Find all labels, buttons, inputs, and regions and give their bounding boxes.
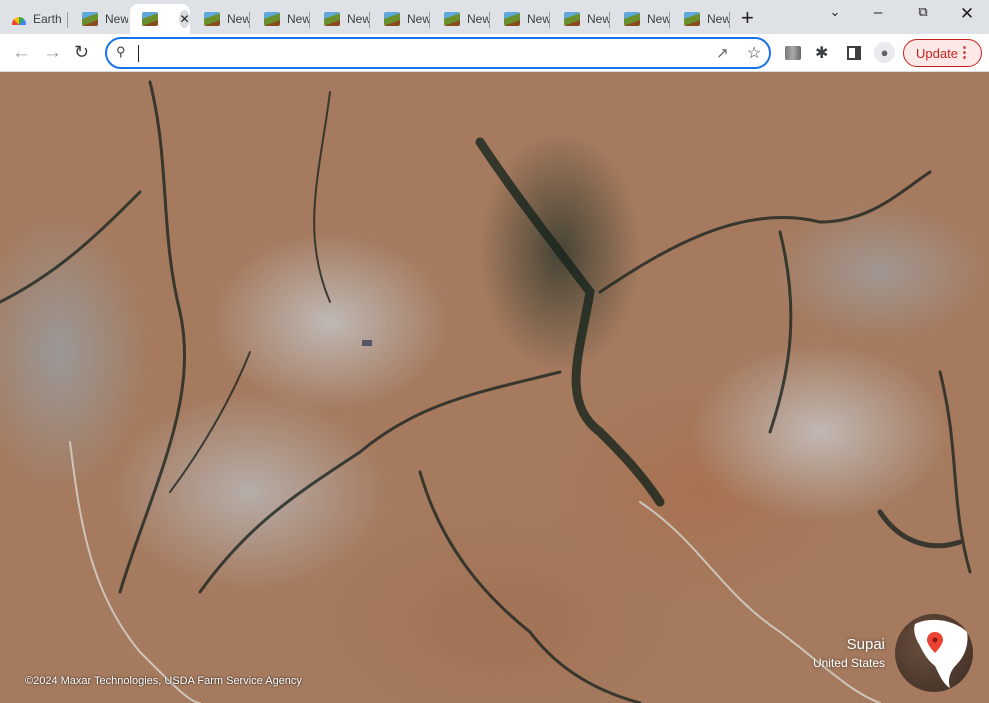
landscape-favicon bbox=[444, 12, 460, 26]
tab-separator bbox=[729, 12, 730, 28]
tab[interactable]: Earth bbox=[0, 4, 68, 34]
satellite-map[interactable] bbox=[0, 72, 989, 703]
tab-label: New bbox=[227, 12, 250, 26]
landscape-favicon bbox=[264, 12, 280, 26]
tab-separator bbox=[549, 12, 550, 28]
tab-separator bbox=[609, 12, 610, 28]
tab-label: New bbox=[467, 12, 490, 26]
tab[interactable]: New bbox=[192, 4, 250, 34]
landscape-favicon bbox=[324, 12, 340, 26]
tab[interactable]: New bbox=[372, 4, 430, 34]
bookmark-star-icon[interactable]: ☆ bbox=[747, 43, 761, 63]
map-marker bbox=[362, 340, 372, 346]
new-tab-button[interactable]: + bbox=[741, 5, 754, 31]
terrain-canyons bbox=[0, 80, 972, 703]
tab-separator bbox=[429, 12, 430, 28]
landscape-favicon bbox=[684, 12, 700, 26]
tab-separator bbox=[369, 12, 370, 28]
landscape-favicon bbox=[564, 12, 580, 26]
tab[interactable]: New bbox=[492, 4, 550, 34]
extensions-puzzle-icon[interactable]: ✱ bbox=[815, 43, 828, 63]
reload-button[interactable]: ↻ bbox=[74, 42, 89, 63]
search-icon: ⚲ bbox=[116, 44, 126, 59]
tab-separator bbox=[489, 12, 490, 28]
forward-button[interactable]: → bbox=[43, 42, 62, 64]
landscape-favicon bbox=[624, 12, 640, 26]
share-icon[interactable]: ↗ bbox=[716, 44, 729, 62]
landscape-favicon bbox=[204, 12, 220, 26]
tab-label: New bbox=[647, 12, 670, 26]
extension-thumbnail-icon[interactable] bbox=[785, 46, 801, 60]
tab[interactable]: New bbox=[612, 4, 670, 34]
place-name: Supai bbox=[846, 636, 885, 653]
tab[interactable]: New bbox=[672, 4, 730, 34]
tab[interactable]: New bbox=[552, 4, 610, 34]
globe-icon[interactable] bbox=[895, 614, 973, 692]
restore-button[interactable]: ⧉ bbox=[903, 4, 943, 20]
landscape-favicon bbox=[142, 12, 158, 26]
menu-dots-icon: ⋮ bbox=[957, 44, 972, 61]
tab-strip: Earth New ✕ New New New New New New New New New + ⌄… bbox=[0, 0, 989, 34]
tab[interactable]: New bbox=[312, 4, 370, 34]
tab-label: New bbox=[587, 12, 610, 26]
place-country: United States bbox=[812, 656, 885, 670]
tab[interactable]: New bbox=[70, 4, 128, 34]
back-button[interactable]: ← bbox=[12, 42, 31, 64]
tab-separator bbox=[249, 12, 250, 28]
side-panel-icon[interactable] bbox=[847, 46, 861, 60]
north-america-icon bbox=[914, 619, 968, 688]
tab-label: New bbox=[287, 12, 310, 26]
tab-separator bbox=[67, 12, 68, 28]
tab-separator bbox=[309, 12, 310, 28]
imagery-credit: ©2024 Maxar Technologies, USDA Farm Serv… bbox=[25, 675, 302, 687]
tab-separator bbox=[669, 12, 670, 28]
landscape-favicon bbox=[504, 12, 520, 26]
tab-label: New bbox=[527, 12, 550, 26]
tab[interactable]: New bbox=[252, 4, 310, 34]
tab-label: New bbox=[347, 12, 370, 26]
tab-active[interactable]: ✕ bbox=[130, 4, 190, 34]
landscape-favicon bbox=[82, 12, 98, 26]
minimize-button[interactable]: – bbox=[858, 4, 898, 21]
close-window-button[interactable]: ✕ bbox=[947, 4, 987, 24]
location-label: Supai United States bbox=[813, 636, 885, 670]
profile-avatar-icon[interactable]: ● bbox=[874, 42, 895, 63]
tab-search-chevron-icon[interactable]: ⌄ bbox=[815, 4, 855, 20]
tab[interactable]: New bbox=[432, 4, 490, 34]
toolbar: ← → ↻ ⚲ ↗ ☆ ✱ ● Update ⋮ bbox=[0, 34, 989, 72]
tab-label: Earth bbox=[33, 12, 62, 26]
tab-close-icon[interactable]: ✕ bbox=[179, 10, 190, 28]
address-input[interactable] bbox=[137, 44, 687, 62]
tab-label: New bbox=[105, 12, 128, 26]
tab-label: New bbox=[407, 12, 430, 26]
address-bar[interactable]: ⚲ ↗ ☆ bbox=[105, 37, 771, 69]
tab-label: New bbox=[707, 12, 730, 26]
google-earth-rainbow-icon bbox=[12, 17, 26, 25]
update-button[interactable]: Update ⋮ bbox=[903, 39, 982, 67]
update-label: Update bbox=[916, 45, 958, 61]
landscape-favicon bbox=[384, 12, 400, 26]
